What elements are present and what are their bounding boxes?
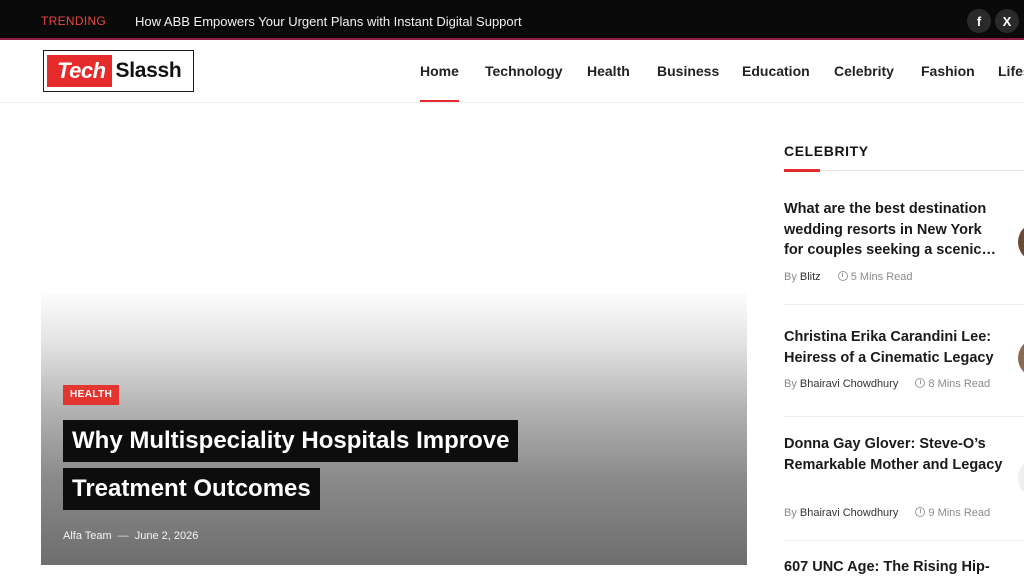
sidebar-post-meta: By Bhairavi Chowdhury 9 Mins Read [784, 507, 990, 519]
post-divider [784, 540, 1024, 541]
hero-author[interactable]: Alfa Team [63, 530, 112, 542]
hero-meta: Alfa Team — June 2, 2026 [63, 530, 198, 542]
nav-item-education[interactable]: Education [742, 63, 810, 79]
trending-headline-link[interactable]: How ABB Empowers Your Urgent Plans with … [135, 14, 522, 29]
hero-meta-separator: — [117, 530, 129, 542]
logo-slassh-text: Slassh [115, 59, 182, 82]
post-author[interactable]: Bhairavi Chowdhury [800, 378, 898, 390]
post-thumbnail[interactable] [1018, 222, 1024, 262]
clock-icon [837, 271, 848, 281]
sidebar-title-accent [784, 169, 820, 172]
x-icon[interactable]: X [995, 9, 1019, 33]
sidebar-section-title: CELEBRITY [784, 143, 869, 159]
by-label: By [784, 507, 797, 519]
read-time: 9 Mins Read [928, 507, 991, 519]
nav-item-lifestyle[interactable]: Lifes [998, 63, 1024, 79]
nav-item-celebrity[interactable]: Celebrity [834, 63, 894, 79]
post-author[interactable]: Bhairavi Chowdhury [800, 507, 898, 519]
hero-title-line-2[interactable]: Treatment Outcomes [63, 468, 320, 510]
nav-item-business[interactable]: Business [657, 63, 719, 79]
sidebar-title-rule [784, 170, 1024, 171]
nav-item-technology[interactable]: Technology [485, 63, 563, 79]
trending-label: TRENDING [41, 14, 107, 28]
clock-icon [915, 378, 926, 388]
sidebar-post-title[interactable]: Donna Gay Glover: Steve-O’s Remarkable M… [784, 434, 1004, 475]
sidebar-post-title[interactable]: Christina Erika Carandini Lee: Heiress o… [784, 327, 1004, 368]
read-time: 8 Mins Read [928, 378, 991, 390]
nav-active-indicator [420, 100, 459, 102]
hero-date: June 2, 2026 [134, 530, 199, 542]
sidebar-post-meta: By Bhairavi Chowdhury 8 Mins Read [784, 378, 990, 390]
read-time: 5 Mins Read [850, 271, 913, 283]
post-thumbnail[interactable] [1018, 458, 1024, 498]
logo-tech-text: Tech [47, 55, 112, 87]
nav-item-health[interactable]: Health [587, 63, 630, 79]
sidebar-post-title[interactable]: What are the best destination wedding re… [784, 199, 1004, 261]
hero-title-line-1[interactable]: Why Multispeciality Hospitals Improve [63, 420, 519, 462]
site-header: Tech Slassh Home Technology Health Busin… [0, 42, 1024, 103]
sidebar-post-title[interactable]: 607 UNC Age: The Rising Hip- [784, 557, 1004, 576]
clock-icon [915, 507, 926, 517]
post-author[interactable]: Blitz [800, 271, 821, 283]
facebook-icon[interactable]: f [967, 9, 991, 33]
post-divider [784, 304, 1024, 305]
by-label: By [784, 271, 797, 283]
trending-bar: TRENDING How ABB Empowers Your Urgent Pl… [0, 0, 1024, 40]
site-logo[interactable]: Tech Slassh [43, 50, 194, 92]
post-divider [784, 416, 1024, 417]
nav-item-fashion[interactable]: Fashion [921, 63, 975, 79]
sidebar-post-meta: By Blitz 5 Mins Read [784, 271, 913, 283]
hero-category-badge[interactable]: HEALTH [63, 385, 120, 405]
by-label: By [784, 378, 797, 390]
post-thumbnail[interactable] [1018, 338, 1024, 378]
nav-item-home[interactable]: Home [420, 63, 459, 79]
